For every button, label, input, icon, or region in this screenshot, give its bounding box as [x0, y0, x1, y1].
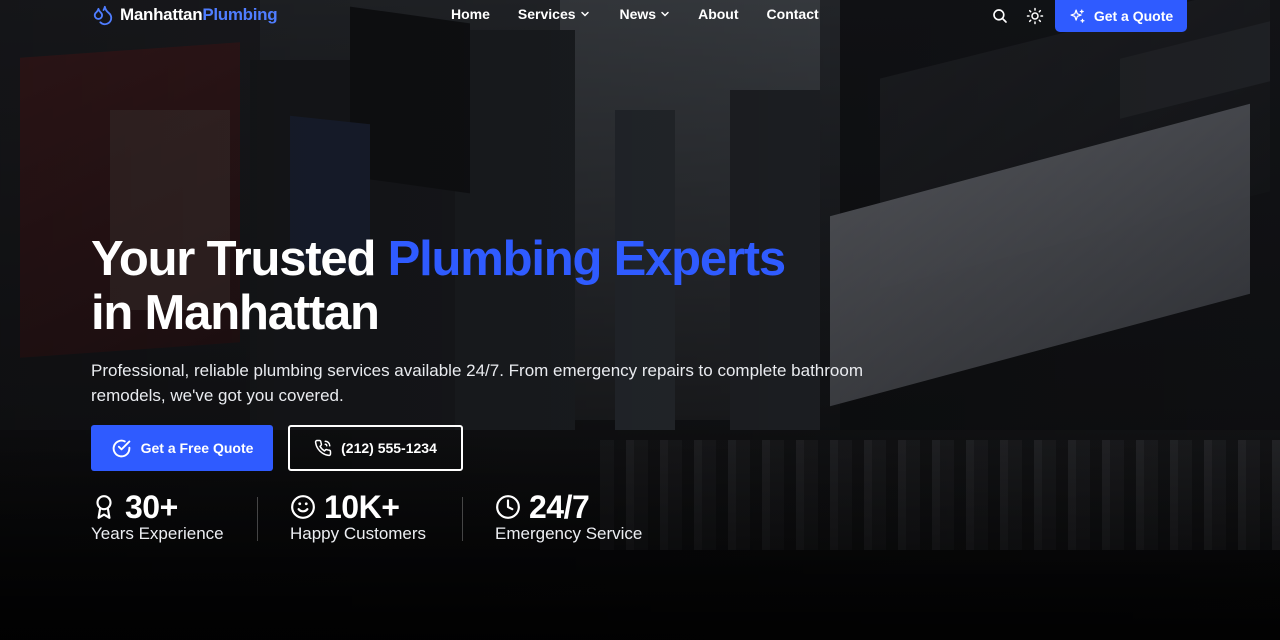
- chevron-down-icon: [661, 11, 669, 17]
- sparkles-icon: [1070, 8, 1085, 23]
- get-a-quote-button[interactable]: Get a Quote: [1055, 0, 1187, 32]
- call-phone-button[interactable]: (212) 555-1234: [288, 425, 463, 471]
- nav-item-services[interactable]: Services: [518, 6, 590, 22]
- chevron-down-icon: [580, 11, 589, 17]
- main-menu: Home Services News About Contact: [451, 6, 847, 22]
- stat-happy-customers: 10K+ Happy Customers: [290, 488, 426, 544]
- stat-label: Emergency Service: [495, 524, 643, 543]
- hero-title-accent: Plumbing Experts: [387, 232, 787, 286]
- award-icon: [96, 495, 112, 519]
- stat-value: 24/7: [529, 489, 590, 525]
- nav-item-home[interactable]: Home: [451, 6, 490, 22]
- water-drops-icon: [93, 5, 113, 26]
- nav-item-about[interactable]: About: [698, 6, 738, 22]
- stat-value: 10K+: [324, 489, 400, 525]
- top-navigation: ManhattanPlumbing Home Services News Abo…: [0, 0, 1280, 32]
- phone-icon: [314, 439, 332, 457]
- sun-icon[interactable]: [1026, 7, 1044, 25]
- check-circle-icon: [112, 439, 130, 457]
- hero-title: Your Trusted Plumbing Experts in Manhatta…: [91, 232, 787, 340]
- stat-value: 30+: [125, 489, 178, 525]
- brand-name: ManhattanPlumbing: [120, 5, 278, 24]
- clock-icon: [496, 495, 520, 519]
- stat-label: Happy Customers: [290, 524, 427, 543]
- search-icon[interactable]: [991, 7, 1009, 25]
- stat-label: Years Experience: [91, 524, 224, 543]
- hero-subtitle: Professional, reliable plumbing services…: [91, 361, 863, 405]
- nav-item-contact[interactable]: Contact: [767, 6, 819, 22]
- get-free-quote-button[interactable]: Get a Free Quote: [91, 425, 273, 471]
- smile-icon: [291, 495, 315, 519]
- stat-years-experience: 30+ Years Experience: [91, 488, 224, 544]
- brand-logo[interactable]: ManhattanPlumbing: [92, 4, 278, 26]
- stat-divider: [462, 497, 463, 541]
- stat-emergency-service: 24/7 Emergency Service: [495, 488, 642, 544]
- nav-item-news[interactable]: News: [620, 6, 671, 22]
- stat-divider: [257, 497, 258, 541]
